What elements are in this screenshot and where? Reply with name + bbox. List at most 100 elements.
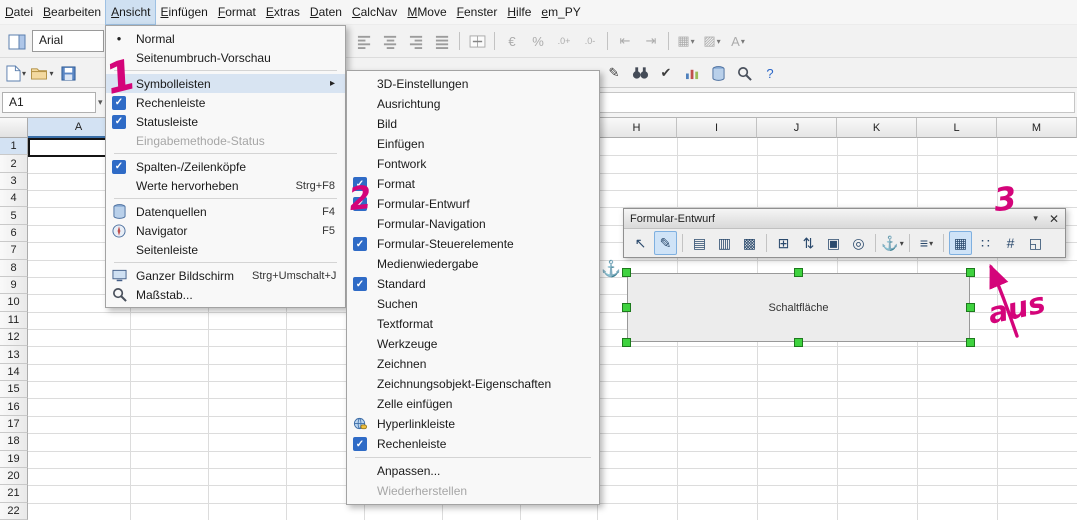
display-grid-icon[interactable]: ▦ xyxy=(949,231,972,255)
row-header-17[interactable]: 17 xyxy=(0,416,28,433)
row-header-18[interactable]: 18 xyxy=(0,433,28,450)
row-header-14[interactable]: 14 xyxy=(0,364,28,381)
menubar-item-format[interactable]: Format xyxy=(213,0,261,24)
form-button-control[interactable]: Schaltfläche xyxy=(627,273,970,342)
ansicht-menu-item-massstab[interactable]: Maßstab... xyxy=(106,285,345,304)
row-header-19[interactable]: 19 xyxy=(0,451,28,468)
symbolleisten-item-anpassen[interactable]: Anpassen... xyxy=(347,461,599,481)
symbolleisten-item-bild[interactable]: Bild xyxy=(347,114,599,134)
symbolleisten-item-textformat[interactable]: Textformat xyxy=(347,314,599,334)
selection-handle[interactable] xyxy=(966,303,975,312)
symbolleisten-item-zelle-einfuegen[interactable]: Zelle einfügen xyxy=(347,394,599,414)
ansicht-menu-item-ganzer-bildschirm[interactable]: Ganzer BildschirmStrg+Umschalt+J xyxy=(106,266,345,285)
symbolleisten-item-formular-steuerelemente[interactable]: ✓Formular-Steuerelemente xyxy=(347,234,599,254)
row-header-13[interactable]: 13 xyxy=(0,346,28,363)
ansicht-menu-item-rechenleiste[interactable]: ✓Rechenleiste xyxy=(106,93,345,112)
select-all-corner[interactable] xyxy=(0,118,28,138)
menubar-item-daten[interactable]: Daten xyxy=(305,0,347,24)
menubar-item-einfuegen[interactable]: Einfügen xyxy=(155,0,212,24)
symbolleisten-item-zeichnen[interactable]: Zeichnen xyxy=(347,354,599,374)
ansicht-menu-item-statusleiste[interactable]: ✓Statusleiste xyxy=(106,112,345,131)
symbolleisten-item-zeichnungsobjekt-eigenschaften[interactable]: Zeichnungsobjekt-Eigenschaften xyxy=(347,374,599,394)
ansicht-menu-item-seitenumbruch-vorschau[interactable]: Seitenumbruch-Vorschau xyxy=(106,48,345,67)
selection-handle[interactable] xyxy=(794,268,803,277)
column-header-l[interactable]: L xyxy=(917,118,997,138)
column-header-m[interactable]: M xyxy=(997,118,1077,138)
form-properties-icon[interactable]: ▥ xyxy=(713,231,736,255)
add-field-icon[interactable]: ⊞ xyxy=(772,231,795,255)
symbolleisten-item-formular-navigation[interactable]: Formular-Navigation xyxy=(347,214,599,234)
ansicht-menu-item-werte-hervorheben[interactable]: Werte hervorhebenStrg+F8 xyxy=(106,176,345,195)
row-header-12[interactable]: 12 xyxy=(0,329,28,346)
row-header-4[interactable]: 4 xyxy=(0,190,28,207)
selection-handle[interactable] xyxy=(966,268,975,277)
row-header-7[interactable]: 7 xyxy=(0,242,28,259)
form-navigator-icon[interactable]: ▩ xyxy=(738,231,761,255)
symbolleisten-item-standard[interactable]: ✓Standard xyxy=(347,274,599,294)
open-in-design-mode-icon[interactable]: ▣ xyxy=(822,231,845,255)
column-header-k[interactable]: K xyxy=(837,118,917,138)
position-and-size-icon[interactable]: ◱ xyxy=(1024,231,1047,255)
symbolleisten-item-format[interactable]: ✓Format xyxy=(347,174,599,194)
alignment-icon[interactable]: ≡▾ xyxy=(915,231,938,255)
column-header-j[interactable]: J xyxy=(757,118,837,138)
symbolleisten-item-hyperlinkleiste[interactable]: Hyperlinkleiste xyxy=(347,414,599,434)
menubar-item-mmove[interactable]: MMove xyxy=(402,0,451,24)
control-properties-icon[interactable]: ▤ xyxy=(688,231,711,255)
ansicht-menu-item-spalten-zeilenkoepfe[interactable]: ✓Spalten-/Zeilenköpfe xyxy=(106,157,345,176)
ansicht-menu-item-seitenleiste[interactable]: Seitenleiste xyxy=(106,240,345,259)
row-header-3[interactable]: 3 xyxy=(0,173,28,190)
menubar-item-datei[interactable]: Datei xyxy=(0,0,38,24)
helplines-while-moving-icon[interactable]: # xyxy=(999,231,1022,255)
menubar-item-extras[interactable]: Extras xyxy=(261,0,305,24)
ansicht-menu-item-normal[interactable]: ●Normal xyxy=(106,29,345,48)
symbolleisten-item-formular-entwurf[interactable]: ✓Formular-Entwurf xyxy=(347,194,599,214)
design-mode-on-off-icon[interactable]: ✎ xyxy=(654,231,677,255)
row-header-22[interactable]: 22 xyxy=(0,503,28,520)
automatic-control-focus-icon[interactable]: ◎ xyxy=(847,231,870,255)
selection-handle[interactable] xyxy=(622,338,631,347)
row-header-10[interactable]: 10 xyxy=(0,294,28,311)
row-header-6[interactable]: 6 xyxy=(0,225,28,242)
ansicht-menu-item-datenquellen[interactable]: DatenquellenF4 xyxy=(106,202,345,221)
symbolleisten-item-suchen[interactable]: Suchen xyxy=(347,294,599,314)
row-header-20[interactable]: 20 xyxy=(0,468,28,485)
dropdown-arrow-icon[interactable]: ▾ xyxy=(900,239,904,248)
row-header-15[interactable]: 15 xyxy=(0,381,28,398)
dropdown-arrow-icon[interactable]: ▾ xyxy=(929,239,933,248)
menubar-item-hilfe[interactable]: Hilfe xyxy=(502,0,536,24)
symbolleisten-item-rechenleiste[interactable]: ✓Rechenleiste xyxy=(347,434,599,454)
column-header-i[interactable]: I xyxy=(677,118,757,138)
menubar-item-em-py[interactable]: em_PY xyxy=(536,0,585,24)
symbolleisten-item-fontwork[interactable]: Fontwork xyxy=(347,154,599,174)
selection-handle[interactable] xyxy=(622,268,631,277)
menubar-item-bearbeiten[interactable]: Bearbeiten xyxy=(38,0,106,24)
symbolleisten-item-einfuegen[interactable]: Einfügen xyxy=(347,134,599,154)
column-header-h[interactable]: H xyxy=(597,118,677,138)
toolbar-menu-icon[interactable]: ▾ xyxy=(1026,213,1045,224)
row-header-8[interactable]: 8 xyxy=(0,260,28,277)
symbolleisten-item-3d-einstellungen[interactable]: 3D-Einstellungen xyxy=(347,74,599,94)
activation-order-icon[interactable]: ⇅ xyxy=(797,231,820,255)
row-header-2[interactable]: 2 xyxy=(0,155,28,172)
row-header-9[interactable]: 9 xyxy=(0,277,28,294)
close-icon[interactable]: ✕ xyxy=(1045,212,1059,226)
row-header-21[interactable]: 21 xyxy=(0,485,28,502)
menubar-item-calcnav[interactable]: CalcNav xyxy=(347,0,402,24)
row-header-5[interactable]: 5 xyxy=(0,207,28,224)
row-header-11[interactable]: 11 xyxy=(0,312,28,329)
menubar-item-fenster[interactable]: Fenster xyxy=(452,0,503,24)
selection-handle[interactable] xyxy=(794,338,803,347)
symbolleisten-item-ausrichtung[interactable]: Ausrichtung xyxy=(347,94,599,114)
snap-to-grid-icon[interactable]: ∷ xyxy=(974,231,997,255)
select-icon[interactable]: ↖ xyxy=(629,231,652,255)
symbolleisten-item-werkzeuge[interactable]: Werkzeuge xyxy=(347,334,599,354)
menubar-item-ansicht[interactable]: Ansicht xyxy=(106,0,155,24)
symbolleisten-item-medienwiedergabe[interactable]: Medienwiedergabe xyxy=(347,254,599,274)
selection-handle[interactable] xyxy=(966,338,975,347)
ansicht-menu-item-symbolleisten[interactable]: Symbolleisten▸ xyxy=(106,74,345,93)
ansicht-menu-item-navigator[interactable]: NavigatorF5 xyxy=(106,221,345,240)
row-header-16[interactable]: 16 xyxy=(0,398,28,415)
row-header-1[interactable]: 1 xyxy=(0,138,28,155)
change-anchor-icon[interactable]: ⚓▾ xyxy=(881,231,904,255)
